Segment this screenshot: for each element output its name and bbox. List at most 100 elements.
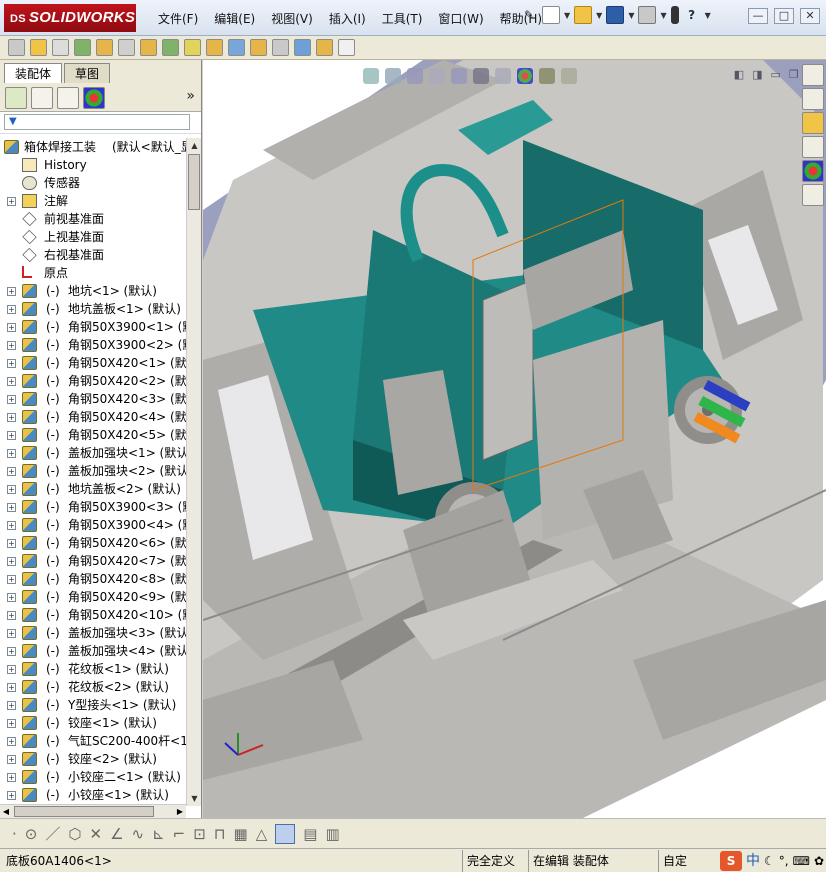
menu-edit[interactable]: 编辑(E) bbox=[206, 9, 263, 29]
move-component-icon[interactable] bbox=[118, 39, 135, 56]
tree-component-row[interactable]: + (-) 盖板加强块<2> (默认) bbox=[0, 462, 186, 480]
table-tool-icon[interactable]: ▤ bbox=[303, 825, 317, 843]
instant3d-icon[interactable] bbox=[316, 39, 333, 56]
dimension-tool-icon[interactable]: ⊾ bbox=[152, 825, 165, 843]
expand-toggle-icon[interactable]: + bbox=[7, 683, 16, 692]
show-hidden-icon[interactable] bbox=[140, 39, 157, 56]
tree-component-row[interactable]: + (-) 角钢50X3900<3> (默认 bbox=[0, 498, 186, 516]
menu-view[interactable]: 视图(V) bbox=[263, 9, 321, 29]
tree-component-row[interactable]: + (-) 地坑<1> (默认) bbox=[0, 282, 186, 300]
skin-icon[interactable]: ✿ bbox=[814, 850, 824, 872]
zoom-to-fit-icon[interactable] bbox=[363, 68, 379, 84]
tree-vertical-scrollbar[interactable]: ▲ ▼ bbox=[186, 138, 201, 806]
tree-component-row[interactable]: + (-) 角钢50X420<9> (默认) bbox=[0, 588, 186, 606]
sogou-logo[interactable]: S bbox=[720, 851, 743, 871]
point-tool-icon[interactable]: · bbox=[12, 825, 17, 843]
status-custom[interactable]: 自定 bbox=[658, 850, 691, 872]
menu-file[interactable]: 文件(F) bbox=[150, 9, 206, 29]
trim-tool-icon[interactable]: ✕ bbox=[89, 825, 102, 843]
tree-item-history[interactable]: History bbox=[0, 156, 186, 174]
viewport-next-icon[interactable]: ◨ bbox=[752, 68, 762, 81]
scroll-left-arrow-icon[interactable]: ◀ bbox=[0, 805, 12, 818]
grid-tool-icon[interactable]: ▦ bbox=[234, 825, 248, 843]
expand-toggle-icon[interactable]: + bbox=[7, 395, 16, 404]
tree-component-row[interactable]: + (-) Y型接头<1> (默认) bbox=[0, 696, 186, 714]
corner-tool-icon[interactable]: ⌐ bbox=[173, 825, 186, 843]
expand-toggle-icon[interactable]: + bbox=[7, 521, 16, 530]
pin-icon[interactable]: ✎ bbox=[520, 6, 538, 24]
tree-component-row[interactable]: + (-) 角钢50X420<2> (默认) bbox=[0, 372, 186, 390]
expand-toggle-icon[interactable]: + bbox=[7, 377, 16, 386]
tree-component-row[interactable]: + (-) 角钢50X420<5> (默认) bbox=[0, 426, 186, 444]
tree-item-plane[interactable]: 右视基准面 bbox=[0, 246, 186, 264]
tree-component-row[interactable]: + (-) 气缸SC200-400杆<1> bbox=[0, 732, 186, 750]
exploded-view-icon[interactable] bbox=[250, 39, 267, 56]
tree-component-row[interactable]: + (-) 小铰座二<1> (默认) bbox=[0, 768, 186, 786]
edit-appearance-icon[interactable] bbox=[517, 68, 533, 84]
tree-component-row[interactable]: + (-) 地坑盖板<1> (默认) bbox=[0, 300, 186, 318]
expand-toggle-icon[interactable]: + bbox=[7, 305, 16, 314]
chevron-down-icon[interactable]: ▼ bbox=[705, 11, 711, 20]
chevron-down-icon[interactable]: ▼ bbox=[660, 11, 666, 20]
tree-component-row[interactable]: + (-) 小铰座<1> (默认) bbox=[0, 786, 186, 804]
mate-icon[interactable] bbox=[52, 39, 69, 56]
tree-component-row[interactable]: + (-) 角钢50X420<6> (默认) bbox=[0, 534, 186, 552]
fence-tool-icon[interactable]: ⊡ bbox=[193, 825, 206, 843]
solidworks-logo[interactable]: DS SOLIDWORKS bbox=[4, 4, 136, 32]
menu-insert[interactable]: 插入(I) bbox=[321, 9, 374, 29]
previous-view-icon[interactable] bbox=[407, 68, 423, 84]
scroll-right-arrow-icon[interactable]: ▶ bbox=[174, 805, 186, 818]
rebuild-traffic-light-icon[interactable] bbox=[670, 6, 679, 24]
tab-assembly[interactable]: 装配体 bbox=[4, 63, 63, 83]
expand-toggle-icon[interactable]: + bbox=[7, 755, 16, 764]
print-icon[interactable] bbox=[638, 6, 657, 24]
view-settings-icon[interactable] bbox=[561, 68, 577, 84]
expand-toggle-icon[interactable]: + bbox=[7, 341, 16, 350]
expand-toggle-icon[interactable]: + bbox=[7, 773, 16, 782]
line-tool-icon[interactable]: ／ bbox=[45, 823, 60, 844]
expand-toggle-icon[interactable]: + bbox=[7, 503, 16, 512]
feature-manager-icon[interactable] bbox=[5, 86, 27, 109]
tree-component-row[interactable]: + (-) 铰座<1> (默认) bbox=[0, 714, 186, 732]
expand-toggle-icon[interactable]: + bbox=[7, 449, 16, 458]
tree-component-row[interactable]: + (-) 地坑盖板<2> (默认) bbox=[0, 480, 186, 498]
tree-component-row[interactable]: + (-) 角钢50X3900<1> (默认 bbox=[0, 318, 186, 336]
tree-component-row[interactable]: + (-) 盖板加强块<1> (默认) bbox=[0, 444, 186, 462]
display-style-icon[interactable] bbox=[473, 68, 489, 84]
ime-language[interactable]: 中 bbox=[746, 850, 760, 872]
graphics-area[interactable]: ◧ ◨ ▭ ❐ ✕ bbox=[203, 60, 826, 818]
scroll-thumb[interactable] bbox=[188, 154, 200, 210]
layout-tool-icon[interactable]: ▥ bbox=[325, 825, 339, 843]
apply-scene-icon[interactable] bbox=[539, 68, 555, 84]
expand-toggle-icon[interactable]: + bbox=[7, 791, 16, 800]
moon-icon[interactable]: ☾ bbox=[764, 850, 775, 872]
assembly-features-icon[interactable] bbox=[162, 39, 179, 56]
ruler-tool-icon[interactable]: ⊓ bbox=[214, 825, 226, 843]
tree-root[interactable]: 箱体焊接工装 (默认<默认_显 bbox=[0, 138, 186, 156]
solid-view-icon[interactable] bbox=[275, 823, 296, 844]
expand-toggle-icon[interactable]: + bbox=[7, 485, 16, 494]
tree-component-row[interactable]: + (-) 盖板加强块<3> (默认) bbox=[0, 624, 186, 642]
chevron-down-icon[interactable]: ▼ bbox=[596, 11, 602, 20]
linear-pattern-icon[interactable] bbox=[74, 39, 91, 56]
tree-component-row[interactable]: + (-) 角钢50X420<7> (默认) bbox=[0, 552, 186, 570]
expand-toggle-icon[interactable]: + bbox=[7, 737, 16, 746]
triangle-tool-icon[interactable]: △ bbox=[256, 825, 268, 843]
view-orientation-icon[interactable] bbox=[451, 68, 467, 84]
bill-of-materials-icon[interactable] bbox=[228, 39, 245, 56]
section-view-icon[interactable] bbox=[429, 68, 445, 84]
zoom-to-area-icon[interactable] bbox=[385, 68, 401, 84]
edit-component-icon[interactable] bbox=[8, 39, 25, 56]
expand-toggle-icon[interactable]: + bbox=[7, 359, 16, 368]
tree-item-origin[interactable]: 原点 bbox=[0, 264, 186, 282]
polygon-tool-icon[interactable]: ⬡ bbox=[68, 825, 81, 843]
tree-component-row[interactable]: + (-) 角钢50X3900<2> (默认 bbox=[0, 336, 186, 354]
filter-input[interactable]: ▼ bbox=[4, 114, 190, 130]
tree-horizontal-scrollbar[interactable]: ◀ ▶ bbox=[0, 804, 186, 818]
insert-component-icon[interactable] bbox=[30, 39, 47, 56]
tree-component-row[interactable]: + (-) 花纹板<2> (默认) bbox=[0, 678, 186, 696]
tree-item-sensor[interactable]: 传感器 bbox=[0, 174, 186, 192]
expand-toggle-icon[interactable]: + bbox=[7, 287, 16, 296]
save-icon[interactable] bbox=[606, 6, 625, 24]
viewport-minimize-icon[interactable]: ▭ bbox=[771, 68, 781, 81]
